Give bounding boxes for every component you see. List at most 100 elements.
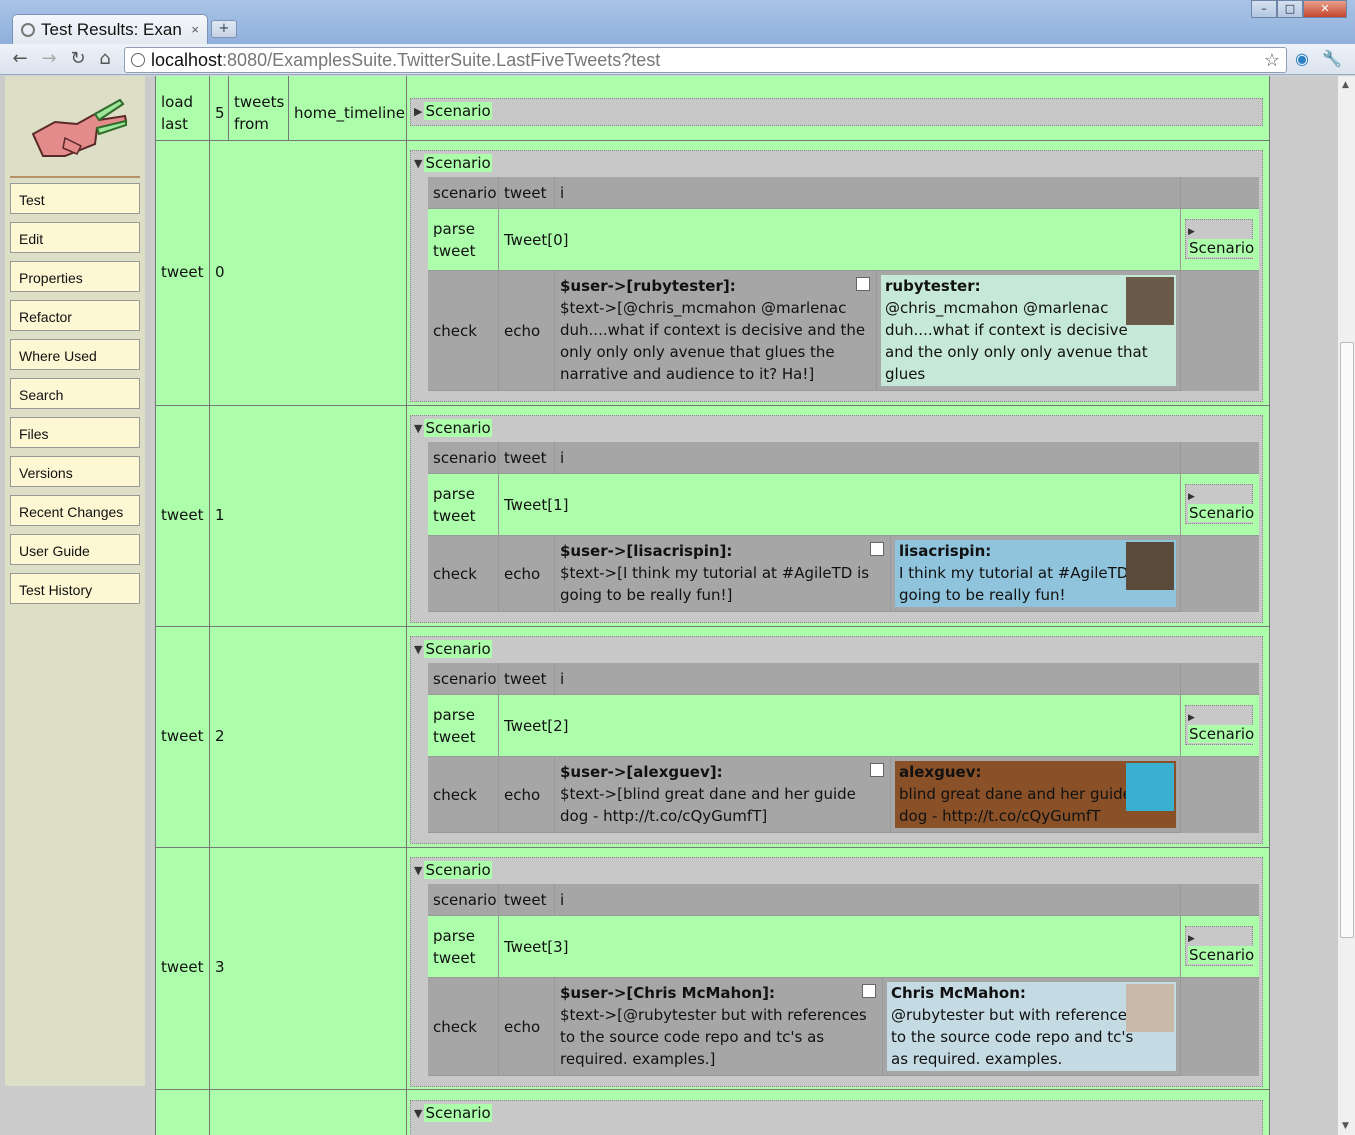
address-bar[interactable]: localhost :8080/ExamplesSuite.TwitterSui… [124, 47, 1287, 73]
header-cell: scenario [428, 663, 499, 695]
extension-icon[interactable]: ◉ [1292, 49, 1312, 69]
logo-divider [10, 176, 140, 178]
header-cell [1181, 177, 1259, 209]
sidebar-item-refactor[interactable]: Refactor [10, 300, 140, 331]
expanded-scenario: ▼ Scenario scenario tweet i parse tweet … [410, 636, 1263, 844]
sidebar-item-search[interactable]: Search [10, 378, 140, 409]
tweet-card: lisacrispin: I think my tutorial at #Agi… [895, 540, 1176, 607]
header-cell: tweet [499, 442, 555, 474]
sidebar-item-user-guide[interactable]: User Guide [10, 534, 140, 565]
scenario-header[interactable]: ▼ Scenario [414, 639, 492, 659]
check-cell: check [428, 271, 499, 391]
reload-icon[interactable]: ↻ [66, 48, 90, 70]
tweet-function-cell: Tweet[3] [499, 916, 1181, 978]
expected-text-cell: $user->[lisacrispin]: $text->[I think my… [555, 536, 891, 612]
back-arrow-icon[interactable]: ← [8, 48, 32, 70]
scenario-header[interactable]: ▼ Scenario [414, 860, 492, 880]
forward-arrow-icon[interactable]: → [37, 48, 61, 70]
check-echo-row: check echo $user->[Chris McMahon]: $text… [428, 978, 1259, 1076]
cell-home-timeline: home_timeline [294, 104, 405, 122]
cell-text: parse [433, 705, 475, 724]
cell-text: tweet [433, 727, 476, 746]
text-line: $text->[blind great dane and her guide [560, 785, 856, 803]
cell-text: parse [433, 484, 475, 503]
scenario-header[interactable]: ▼ Scenario [414, 418, 492, 438]
scenario-header[interactable]: ▼ Scenario [414, 1103, 492, 1123]
sidebar-item-test[interactable]: Test [10, 183, 140, 214]
cell-text: tweet [433, 948, 476, 967]
sidebar-item-versions[interactable]: Versions [10, 456, 140, 487]
browser-tab[interactable]: Test Results: Exan × [12, 14, 208, 44]
text-line: duh....what if context is decisive and t… [560, 321, 866, 339]
sidebar-item-properties[interactable]: Properties [10, 261, 140, 292]
collapse-arrow-icon[interactable]: ▼ [414, 643, 422, 656]
nested-scenario-cell: ▶ Scenario [1181, 916, 1259, 978]
collapsed-scenario[interactable]: ▶ Scenario [410, 98, 1263, 126]
scenario-header-row: scenario tweet i [428, 177, 1259, 209]
grid-line [155, 1089, 1270, 1090]
scenario-label: Scenario [424, 861, 492, 879]
minimize-icon[interactable]: – [1251, 0, 1277, 18]
page-icon [131, 53, 145, 67]
tweet-text-line: the narrative and audience to it? Ha! [885, 385, 1172, 386]
header-cell: i [555, 442, 1181, 474]
sidebar-item-where-used[interactable]: Where Used [10, 339, 140, 370]
text-line: going to be really fun!] [560, 586, 733, 604]
scenario-header[interactable]: ▼ Scenario [414, 153, 492, 173]
scrollbar-thumb[interactable] [1340, 342, 1354, 938]
nested-collapsed-scenario[interactable]: ▶ Scenario [1185, 926, 1256, 966]
image-icon [870, 542, 884, 556]
expanded-scenario: ▼ Scenario scenario tweet i parse tweet … [410, 857, 1263, 1087]
nested-collapsed-scenario[interactable]: ▶ Scenario [1185, 219, 1256, 259]
scenario-label: Scenario [424, 1104, 492, 1122]
grid-line [155, 140, 1270, 141]
row-index: 2 [215, 726, 225, 745]
scenario-label: Scenario [424, 102, 492, 120]
collapse-arrow-icon[interactable]: ▼ [414, 157, 422, 170]
cell-text: tweet [433, 241, 476, 260]
expand-arrow-icon[interactable]: ▶ [414, 105, 422, 118]
nested-scenario-cell: ▶ Scenario [1181, 474, 1259, 536]
grid-line [155, 626, 1270, 627]
tweet-text-line: as required. examples. [891, 1050, 1063, 1068]
cell-text: tweet [433, 506, 476, 525]
wrench-icon[interactable]: 🔧 [1322, 49, 1342, 69]
parse-tweet-cell: parse tweet [428, 916, 499, 978]
new-tab-button[interactable]: + [211, 20, 237, 38]
header-cell: i [555, 663, 1181, 695]
text-line: $text->[I think my tutorial at #AgileTD … [560, 564, 870, 582]
expanded-scenario: ▼ Scenario [410, 1100, 1263, 1135]
sidebar-item-files[interactable]: Files [10, 417, 140, 448]
close-window-icon[interactable]: ✕ [1303, 0, 1347, 18]
row-label: tweet [161, 262, 204, 281]
fitnesse-logo [31, 98, 128, 157]
scroll-up-icon[interactable]: ▲ [1342, 80, 1349, 90]
image-icon [856, 277, 870, 291]
cell-tweets-from: tweets from [228, 91, 290, 135]
scenario-header-row: scenario tweet i [428, 663, 1259, 695]
maximize-icon[interactable]: □ [1277, 0, 1303, 18]
scroll-down-icon[interactable]: ▼ [1342, 1121, 1349, 1131]
vertical-scrollbar[interactable]: ▲ ▼ [1337, 76, 1355, 1135]
scenario-label: Scenario [1188, 504, 1256, 522]
scenario-label: Scenario [424, 154, 492, 172]
collapse-arrow-icon[interactable]: ▼ [414, 864, 422, 877]
scenario-header: ▶ Scenario [414, 101, 492, 121]
tab-close-icon[interactable]: × [191, 22, 199, 37]
sidebar-item-edit[interactable]: Edit [10, 222, 140, 253]
collapse-arrow-icon[interactable]: ▼ [414, 1107, 422, 1120]
header-cell: tweet [499, 884, 555, 916]
sidebar-item-test-history[interactable]: Test History [10, 573, 140, 604]
home-icon[interactable]: ⌂ [93, 48, 117, 70]
nested-collapsed-scenario[interactable]: ▶ Scenario [1185, 484, 1256, 524]
test-results-table: load last 5 tweets from home_timeline ▶ … [155, 76, 1270, 1135]
bookmark-star-icon[interactable]: ☆ [1264, 50, 1280, 71]
scenario-label: Scenario [1188, 946, 1256, 964]
echo-cell: echo [499, 757, 555, 833]
sidebar-item-recent-changes[interactable]: Recent Changes [10, 495, 140, 526]
nested-collapsed-scenario[interactable]: ▶ Scenario [1185, 705, 1256, 745]
text-line: to the source code repo and tc's as [560, 1028, 825, 1046]
cell-text: tweets [234, 93, 285, 111]
parse-tweet-cell: parse tweet [428, 695, 499, 757]
collapse-arrow-icon[interactable]: ▼ [414, 422, 422, 435]
